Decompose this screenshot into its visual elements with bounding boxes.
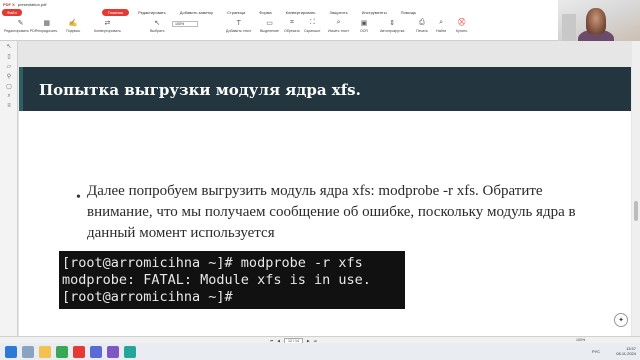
- assistant-icon[interactable]: ✦: [614, 313, 628, 327]
- layers-icon[interactable]: ≡: [0, 101, 18, 111]
- terminal-line: [root@arromicihna ~]#: [62, 289, 233, 305]
- tool-autoscroll[interactable]: ⇕ Автопрокрутка: [380, 19, 404, 33]
- tool-label: Выбрать: [150, 29, 165, 33]
- slide-header: Попытка выгрузки модуля ядра xfs.: [19, 67, 631, 111]
- tool-label: Автопрокрутка: [380, 29, 405, 33]
- tool-label: Купить: [456, 29, 468, 33]
- file-menu-button[interactable]: Файл: [2, 9, 22, 16]
- browser-icon[interactable]: [56, 345, 68, 358]
- pdf-page: Попытка выгрузки модуля ядра xfs. • Дале…: [19, 67, 631, 343]
- edit-icon: ✎: [17, 20, 24, 27]
- menu-item-home[interactable]: Главная: [101, 9, 130, 16]
- language-indicator[interactable]: РУС: [592, 349, 600, 354]
- signature-icon: ✍: [68, 20, 78, 27]
- tool-screenshot[interactable]: ⛶ Скриншот: [304, 19, 321, 33]
- tool-buy[interactable]: ⛒ Купить: [456, 19, 467, 33]
- webcam-person-head: [586, 8, 606, 34]
- taskbar: РУС 13:57 08.11.2024: [0, 343, 640, 360]
- search-icon[interactable]: ⌕: [0, 91, 18, 101]
- tool-ocr[interactable]: ▣ OCR: [360, 19, 368, 33]
- terminal-line: modprobe: FATAL: Module xfs is in use.: [62, 272, 371, 288]
- tool-arrange[interactable]: ▦ Упорядочить: [36, 19, 57, 33]
- terminal-line: [root@arromicihna ~]# modprobe -r xfs: [62, 255, 363, 271]
- search-icon: ⌕: [439, 19, 444, 26]
- app-name: PDF X: [3, 1, 15, 7]
- screenshot-icon: ⛶: [309, 19, 315, 26]
- search-icon[interactable]: [22, 345, 34, 358]
- text-icon: T: [236, 19, 241, 27]
- menu-item-page[interactable]: Страница: [222, 9, 250, 16]
- tool-label: Упорядочить: [36, 29, 58, 33]
- menu-bar: Файл Главная Редактировать Добавить заме…: [0, 8, 558, 17]
- cursor-icon: ↖: [154, 20, 161, 27]
- status-zoom[interactable]: 100%: [576, 338, 585, 342]
- left-sidebar: ↖ ▯ ▱ ⚲ ▢ ⌕ ≡: [0, 41, 18, 342]
- file-name: presentation.pdf: [17, 1, 47, 7]
- app-icon[interactable]: [73, 345, 85, 358]
- tool-label: Искать текст: [328, 29, 350, 33]
- app-icon[interactable]: [107, 345, 119, 358]
- title-bar: PDF X presentation.pdf: [0, 0, 558, 8]
- webcam-background-shelf: [562, 14, 576, 44]
- terminal-screenshot: [root@arromicihna ~]# modprobe -r xfs mo…: [59, 251, 405, 309]
- menu-item-form[interactable]: Форма: [254, 9, 276, 16]
- tool-label: Конвертировать: [94, 29, 121, 33]
- zoom-select[interactable]: 100%: [172, 21, 198, 27]
- tool-label: Добавить текст: [226, 29, 252, 33]
- tool-convert[interactable]: ⇄ Конвертировать: [94, 19, 121, 33]
- tool-label: Печать: [416, 29, 428, 33]
- tool-label: OCR: [360, 29, 368, 33]
- tool-find-text[interactable]: ⌕ Искать текст: [328, 19, 349, 33]
- bullet-icon: •: [76, 190, 81, 205]
- system-clock[interactable]: 13:57 08.11.2024: [616, 346, 636, 356]
- menu-item-add-note[interactable]: Добавить заметку: [175, 9, 218, 16]
- tool-crop[interactable]: ⌗ Обрезать: [284, 19, 300, 33]
- print-icon: ⎙: [419, 19, 425, 26]
- tool-label: Найти: [436, 29, 447, 33]
- comment-icon[interactable]: ▱: [0, 61, 18, 71]
- tool-highlight[interactable]: ▭ Выделение: [260, 19, 279, 33]
- tool-select[interactable]: ↖ Выбрать: [150, 19, 164, 33]
- menu-item-tools[interactable]: Инструменты: [357, 9, 392, 16]
- tool-label: Подпись: [66, 29, 81, 33]
- tool-sign[interactable]: ✍ Подпись: [66, 19, 80, 33]
- status-bar: ⏮ ◀ 12 / 14 ▶ ⏭ 100%: [0, 336, 640, 344]
- cursor-icon[interactable]: ↖: [0, 41, 18, 51]
- attachment-icon[interactable]: ⚲: [0, 71, 18, 81]
- tool-add-text[interactable]: T Добавить текст: [226, 19, 252, 34]
- tool-label: Обрезать: [284, 29, 300, 33]
- menu-item-convert[interactable]: Конвертировать: [281, 9, 321, 16]
- cart-icon: ⛒: [458, 19, 466, 26]
- app-window: PDF X presentation.pdf Файл Главная Реда…: [0, 0, 640, 360]
- menu-item-edit[interactable]: Редактировать: [133, 9, 171, 16]
- arrange-icon: ▦: [43, 20, 50, 27]
- tool-find[interactable]: ⌕ Найти: [436, 19, 446, 33]
- page-icon[interactable]: ▢: [0, 81, 18, 91]
- slide-title: Попытка выгрузки модуля ядра xfs.: [39, 81, 361, 99]
- tool-label: Выделение: [260, 29, 280, 33]
- crop-icon: ⌗: [289, 19, 294, 26]
- find-text-icon: ⌕: [336, 19, 341, 26]
- convert-icon: ⇄: [104, 20, 111, 27]
- menu-item-protect[interactable]: Защитить: [325, 9, 353, 16]
- highlight-icon: ▭: [266, 20, 273, 27]
- bullet-text: Далее попробуем выгрузить модуль ядра xf…: [87, 183, 576, 241]
- start-icon[interactable]: [5, 345, 17, 358]
- app-icon[interactable]: [90, 345, 102, 358]
- bookmark-icon[interactable]: ▯: [0, 51, 18, 61]
- toolbar: ✎ Редактировать PDF ▦ Упорядочить ✍ Подпись…: [0, 17, 558, 41]
- autoscroll-icon: ⇕: [389, 20, 396, 27]
- tool-edit-pdf[interactable]: ✎ Редактировать PDF: [4, 19, 37, 33]
- ocr-icon: ▣: [360, 20, 368, 27]
- menu-item-help[interactable]: Помощь: [396, 9, 421, 16]
- scrollbar-thumb[interactable]: [634, 201, 638, 221]
- clock-date: 08.11.2024: [616, 351, 636, 356]
- app-icon[interactable]: [124, 345, 136, 358]
- tool-label: Редактировать PDF: [4, 29, 38, 33]
- tool-label: Скриншот: [304, 29, 321, 33]
- explorer-icon[interactable]: [39, 345, 51, 358]
- vertical-scrollbar[interactable]: [632, 41, 640, 342]
- tool-print[interactable]: ⎙ Печать: [416, 19, 428, 33]
